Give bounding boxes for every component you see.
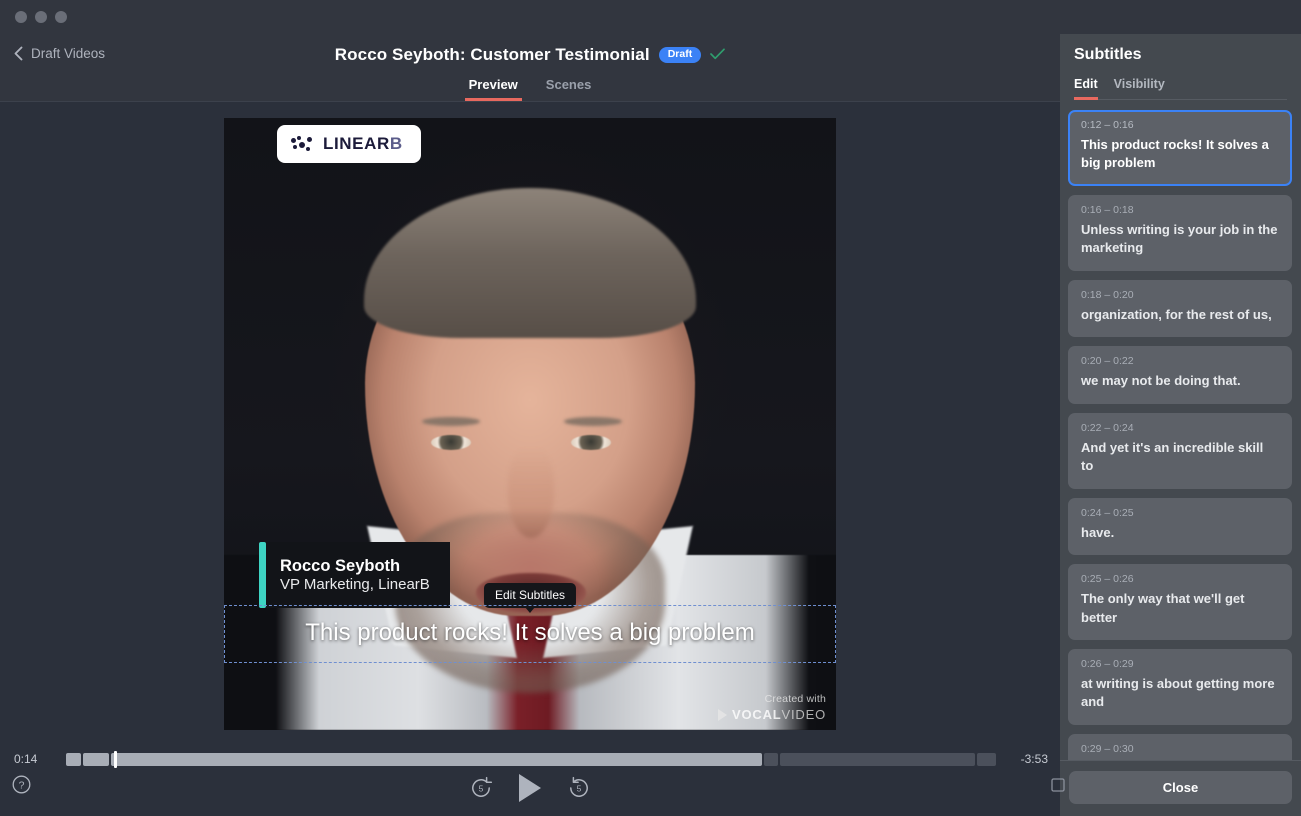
vocalvideo-watermark: Created with VOCALVIDEO	[718, 693, 826, 722]
editor-header: Draft Videos Rocco Seyboth: Customer Tes…	[0, 34, 1060, 102]
sidebar-title: Subtitles	[1074, 46, 1142, 63]
close-window-button[interactable]	[15, 11, 27, 23]
title-group: Rocco Seyboth: Customer Testimonial Draf…	[0, 45, 1060, 65]
timeline-segment[interactable]	[764, 752, 779, 766]
subtitle-cue-item[interactable]: 0:16 – 0:18 Unless writing is your job in…	[1068, 194, 1292, 271]
subtitle-cue-text[interactable]: we may not be doing that.	[1081, 372, 1279, 390]
playhead-handle[interactable]	[114, 750, 118, 768]
name-card-role: VP Marketing, LinearB	[280, 576, 430, 593]
close-button[interactable]: Close	[1069, 771, 1292, 804]
svg-text:5: 5	[479, 784, 484, 794]
traffic-light-controls	[15, 11, 67, 23]
subtitle-cue-item[interactable]: 0:22 – 0:24 And yet it's an incredible sk…	[1068, 412, 1292, 489]
subtitle-cue-text[interactable]: organization, for the rest of us,	[1081, 306, 1279, 324]
video-stage: LINEARB Rocco Seyboth VP Marketing, Line…	[0, 102, 1060, 746]
subtitle-cue-timecode: 0:20 – 0:22	[1081, 355, 1134, 368]
timeline-segment[interactable]	[977, 752, 996, 766]
subtitle-cue-timecode: 0:26 – 0:29	[1081, 657, 1134, 670]
subtitle-cue-list[interactable]: 0:12 – 0:16 This product rocks! It solves…	[1060, 100, 1301, 760]
subtitle-cue-text[interactable]: at writing is about getting more and	[1081, 675, 1279, 712]
current-time-label: 0:14	[14, 752, 38, 766]
subtitle-cue-timecode: 0:29 – 0:30	[1081, 742, 1134, 755]
brand-logo-overlay[interactable]: LINEARB	[277, 125, 421, 163]
name-card-overlay[interactable]: Rocco Seyboth VP Marketing, LinearB	[259, 542, 450, 608]
subtitles-sidebar: Subtitles Edit Visibility 0:12 – 0:16 Thi…	[1060, 34, 1301, 816]
subtitle-cue-timecode: 0:12 – 0:16	[1081, 119, 1134, 131]
svg-text:5: 5	[577, 784, 582, 794]
help-circle-icon[interactable]: ?	[12, 775, 31, 799]
timeline-segment[interactable]	[66, 752, 81, 766]
tab-preview[interactable]: Preview	[464, 73, 522, 101]
playback-transport-bar: 0:14 -3:53 ? 5 5	[0, 746, 1065, 816]
timeline-scrubber[interactable]	[66, 750, 996, 768]
minimize-window-button[interactable]	[35, 11, 47, 23]
name-card-name: Rocco Seyboth	[280, 557, 401, 575]
sidebar-header: Subtitles Edit Visibility	[1060, 34, 1301, 100]
page-title: Rocco Seyboth: Customer Testimonial	[334, 45, 650, 64]
brand-logo-text: LINEARB	[323, 134, 403, 153]
subtitle-cue-timecode: 0:16 – 0:18	[1081, 203, 1134, 216]
linearb-logo-icon	[291, 135, 313, 153]
sidebar-footer: Close	[1060, 760, 1301, 816]
status-badge: Draft	[658, 46, 702, 64]
name-card-accent-bar	[259, 542, 266, 608]
skip-forward-5-icon[interactable]: 5	[567, 776, 591, 800]
main-panel: Draft Videos Rocco Seyboth: Customer Tes…	[0, 34, 1065, 816]
subtitle-cue-timecode: 0:25 – 0:26	[1081, 573, 1134, 586]
subtitle-cue-text[interactable]: have.	[1081, 524, 1279, 542]
subtitle-cue-item[interactable]: 0:26 – 0:29 at writing is about getting m…	[1068, 648, 1292, 725]
scrubber-row: 0:14 -3:53	[0, 746, 1060, 768]
watermark-brand: VOCALVIDEO	[732, 707, 826, 722]
subtitle-overlay-box[interactable]: This product rocks! It solves a big prob…	[224, 605, 836, 663]
tab-scenes[interactable]: Scenes	[542, 73, 596, 101]
subtitle-cue-item[interactable]: 0:29 – 0:30more reps.	[1068, 733, 1292, 760]
checkmark-icon	[710, 47, 726, 63]
subtitle-cue-item[interactable]: 0:12 – 0:16 This product rocks! It solves…	[1068, 110, 1292, 186]
subtitle-cue-text[interactable]: This product rocks! It solves a big prob…	[1081, 136, 1279, 173]
svg-text:?: ?	[19, 780, 25, 792]
subtitle-cue-timecode: 0:18 – 0:20	[1081, 288, 1134, 301]
window-title-bar	[0, 0, 1301, 34]
remaining-time-label: -3:53	[1020, 752, 1048, 766]
zoom-window-button[interactable]	[55, 11, 67, 23]
play-icon[interactable]	[519, 774, 541, 802]
video-preview[interactable]: LINEARB Rocco Seyboth VP Marketing, Line…	[224, 118, 836, 730]
timeline-segment[interactable]	[111, 752, 763, 766]
subtitle-cue-text[interactable]: Unless writing is your job in the market…	[1081, 221, 1279, 258]
video-editor-window: Draft Videos Rocco Seyboth: Customer Tes…	[0, 0, 1301, 816]
tab-visibility[interactable]: Visibility	[1114, 77, 1165, 100]
subtitle-cue-text[interactable]: And yet it's an incredible skill to	[1081, 439, 1279, 476]
subtitle-cue-item[interactable]: 0:18 – 0:20 organization, for the rest of…	[1068, 279, 1292, 338]
play-triangle-icon	[718, 708, 728, 721]
subtitle-cue-item[interactable]: 0:24 – 0:25 have.	[1068, 497, 1292, 556]
fullscreen-icon[interactable]	[1051, 778, 1065, 797]
skip-back-5-icon[interactable]: 5	[469, 776, 493, 800]
workspace: Draft Videos Rocco Seyboth: Customer Tes…	[0, 34, 1301, 816]
subtitle-overlay-text: This product rocks! It solves a big prob…	[305, 619, 755, 646]
subtitle-cue-text[interactable]: The only way that we'll get better	[1081, 590, 1279, 627]
subtitle-cue-item[interactable]: 0:25 – 0:26 The only way that we'll get b…	[1068, 564, 1292, 640]
subtitle-cue-item[interactable]: 0:20 – 0:22 we may not be doing that.	[1068, 346, 1292, 404]
playback-buttons-row: ? 5 5	[0, 766, 1065, 810]
subtitle-cue-timecode: 0:24 – 0:25	[1081, 506, 1134, 519]
timeline-segment[interactable]	[82, 752, 110, 766]
editor-tabs: Preview Scenes	[0, 73, 1060, 101]
timeline-segment[interactable]	[780, 752, 976, 766]
watermark-created-with: Created with	[764, 693, 826, 705]
subtitle-cue-timecode: 0:22 – 0:24	[1081, 421, 1134, 434]
sidebar-tabs: Edit Visibility	[1074, 77, 1287, 100]
tab-edit[interactable]: Edit	[1074, 77, 1098, 100]
